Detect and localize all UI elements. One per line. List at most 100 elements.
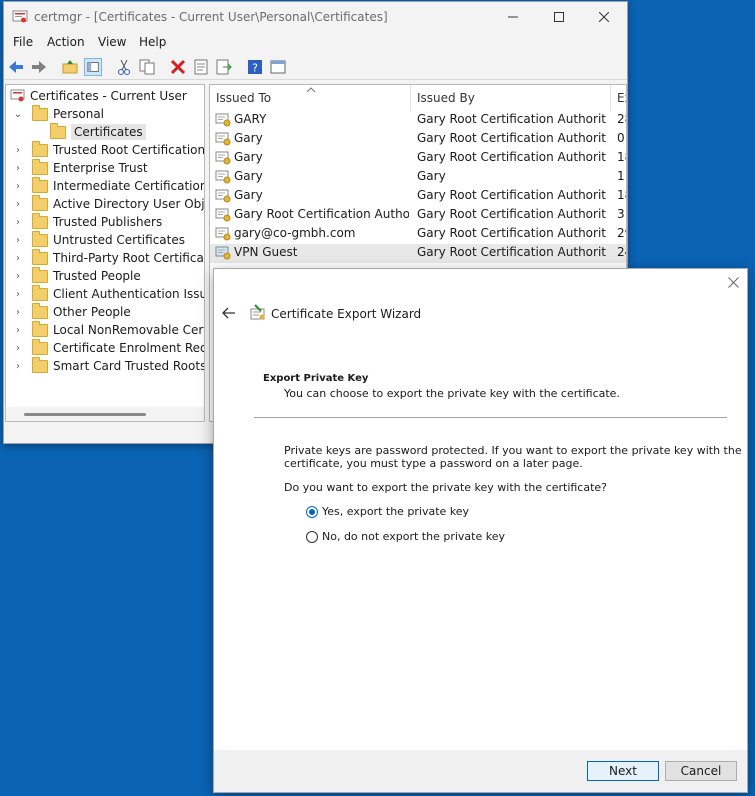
cell-expiration: 18 (617, 150, 626, 164)
tree-item-personal[interactable]: ⌄ Personal (10, 104, 104, 123)
maximize-button[interactable] (536, 2, 582, 32)
tree-item-label: Enterprise Trust (53, 161, 148, 175)
table-row[interactable]: Gary Root Certification Authorit... Gary … (210, 206, 626, 225)
radio-unselected-icon[interactable] (306, 531, 318, 543)
close-icon (599, 12, 609, 22)
cell-expiration: 01 (617, 131, 626, 145)
delete-icon[interactable] (169, 58, 187, 76)
menu-help[interactable]: Help (139, 35, 166, 49)
tree-item-store[interactable]: › Smart Card Trusted Roots (10, 356, 204, 375)
chevron-right-icon[interactable]: › (10, 253, 26, 264)
chevron-right-icon[interactable]: › (10, 271, 26, 282)
folder-icon (32, 176, 48, 193)
next-button[interactable]: Next (587, 761, 659, 781)
forward-arrow-icon[interactable] (30, 58, 48, 76)
tree-pane[interactable]: Certificates - Current User ⌄ Personal C… (5, 84, 205, 422)
copy-icon[interactable] (138, 58, 156, 76)
chevron-right-icon[interactable]: › (10, 217, 26, 228)
wizard-title: Certificate Export Wizard (271, 307, 422, 321)
chevron-right-icon[interactable]: › (10, 307, 26, 318)
cell-expiration: 29 (617, 226, 626, 240)
folder-icon (32, 248, 48, 265)
column-header-issued-by[interactable]: Issued By (411, 85, 611, 111)
certificate-icon (215, 170, 231, 184)
table-row[interactable]: Gary Gary Root Certification Authorities 1… (210, 187, 626, 206)
chevron-right-icon[interactable]: › (10, 289, 26, 300)
chevron-right-icon[interactable]: › (10, 199, 26, 210)
cell-issued-by: Gary (417, 169, 446, 183)
table-row[interactable]: Gary Gary Root Certification Authorities 1… (210, 149, 626, 168)
wizard-back-button[interactable] (222, 307, 236, 322)
close-button[interactable] (581, 2, 627, 32)
tree-item-store[interactable]: › Enterprise Trust (10, 158, 148, 177)
chevron-right-icon[interactable]: › (10, 235, 26, 246)
tree-root[interactable]: Certificates - Current User (6, 87, 187, 105)
back-arrow-icon[interactable] (7, 58, 25, 76)
menu-action[interactable]: Action (47, 35, 85, 49)
cell-issued-by: Gary Root Certification Authorities (417, 131, 607, 145)
wizard-close-button[interactable] (728, 277, 739, 291)
cut-icon[interactable] (115, 58, 133, 76)
tree-item-store[interactable]: › Active Directory User Object (10, 194, 204, 213)
export-list-icon[interactable] (215, 58, 233, 76)
table-row[interactable]: GARY Gary Root Certification Authorities 2… (210, 111, 626, 130)
properties-icon[interactable] (192, 58, 210, 76)
chevron-right-icon[interactable]: › (10, 163, 26, 174)
wizard-section-subheading: You can choose to export the private key… (284, 387, 620, 400)
view-pane-icon[interactable] (269, 58, 287, 76)
chevron-right-icon[interactable]: › (10, 325, 26, 336)
table-row[interactable]: VPN Guest Gary Root Certification Authori… (210, 244, 626, 263)
back-arrow-icon (222, 307, 235, 319)
minimize-button[interactable] (490, 2, 536, 32)
wizard-footer: Next Cancel (214, 750, 747, 792)
chevron-right-icon[interactable]: › (10, 361, 26, 372)
tree-item-store[interactable]: › Trusted Publishers (10, 212, 162, 231)
tree-item-store[interactable]: › Untrusted Certificates (10, 230, 185, 249)
table-row[interactable]: gary@co-gmbh.com Gary Root Certification … (210, 225, 626, 244)
tree-item-store[interactable]: › Certificate Enrolment Reques (10, 338, 204, 357)
table-row[interactable]: Gary Gary Root Certification Authorities 0… (210, 130, 626, 149)
radio-no-export-key[interactable]: No, do not export the private key (306, 530, 526, 546)
scrollbar-thumb[interactable] (24, 413, 146, 416)
tree-item-label: Trusted People (53, 269, 141, 283)
cell-expiration: 31 (617, 207, 626, 221)
cell-issued-by: Gary Root Certification Authorities (417, 112, 607, 126)
help-icon[interactable]: ? (246, 58, 264, 76)
tree-item-store[interactable]: › Third-Party Root Certification (10, 248, 204, 267)
cell-issued-to: Gary (234, 131, 263, 145)
tree-horizontal-scrollbar[interactable] (6, 407, 204, 421)
cell-issued-by: Gary Root Certification Authorities (417, 150, 607, 164)
tree-item-store[interactable]: › Trusted Root Certification Aut (10, 140, 204, 159)
radio-yes-export-key[interactable]: Yes, export the private key (306, 505, 506, 521)
chevron-right-icon[interactable]: › (10, 181, 26, 192)
chevron-right-icon[interactable]: › (10, 145, 26, 156)
tree-item-store[interactable]: › Trusted People (10, 266, 141, 285)
wizard-info-text: Private keys are password protected. If … (284, 444, 742, 457)
radio-label: Yes, export the private key (322, 505, 470, 518)
column-header-issued-to[interactable]: Issued To (210, 85, 411, 111)
certificate-export-wizard: Certificate Export Wizard Export Private… (213, 268, 748, 793)
menu-view[interactable]: View (98, 35, 126, 49)
chevron-right-icon[interactable]: › (10, 343, 26, 354)
tree-item-store[interactable]: › Other People (10, 302, 131, 321)
tree-item-label: Third-Party Root Certification (53, 251, 204, 265)
wizard-question: Do you want to export the private key wi… (284, 481, 608, 494)
radio-selected-icon[interactable] (306, 506, 318, 518)
certificate-icon (215, 113, 231, 127)
tree-item-store[interactable]: › Local NonRemovable Certific (10, 320, 204, 339)
tree-item-store[interactable]: › Client Authentication Issuers (10, 284, 204, 303)
tree-item-store[interactable]: › Intermediate Certification Au (10, 176, 204, 195)
column-header-expiration[interactable]: Ex (611, 85, 626, 111)
cell-issued-by: Gary Root Certification Authorities (417, 188, 607, 202)
menu-file[interactable]: File (13, 35, 33, 49)
cancel-button[interactable]: Cancel (665, 761, 737, 781)
title-bar[interactable]: certmgr - [Certificates - Current User\P… (4, 2, 627, 32)
cell-issued-to: Gary Root Certification Authorit... (234, 207, 409, 221)
show-hide-tree-icon[interactable] (84, 58, 102, 76)
tree-item-certificates[interactable]: Certificates (46, 122, 146, 141)
table-row[interactable]: Gary Gary 11 (210, 168, 626, 187)
chevron-down-icon[interactable]: ⌄ (10, 109, 26, 120)
tree-item-label: Untrusted Certificates (53, 233, 185, 247)
cell-expiration: 24 (617, 245, 626, 259)
up-folder-icon[interactable] (61, 58, 79, 76)
